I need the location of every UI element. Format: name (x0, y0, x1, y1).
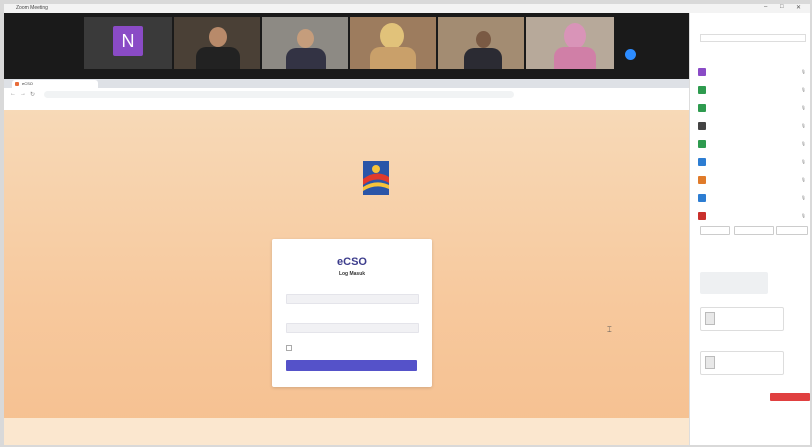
mic-icon: 🎙 (800, 195, 806, 200)
browser-toolbar: ← → ↻ (4, 88, 689, 102)
participant-head (380, 23, 404, 49)
mic-icon: 🎙 (800, 159, 806, 164)
participant-row[interactable]: 🎙 (698, 86, 808, 94)
login-subtitle: Log Masuk (338, 271, 366, 277)
participant-avatar (698, 176, 706, 184)
participant-body (286, 48, 326, 69)
invite-button[interactable] (700, 226, 730, 235)
browser-tab[interactable]: eCSO (12, 80, 98, 88)
participant-avatar (698, 140, 706, 148)
remember-checkbox[interactable] (286, 345, 292, 351)
password-field[interactable] (286, 323, 419, 333)
login-button[interactable] (286, 360, 417, 371)
participant-row[interactable]: 🎙 (698, 68, 808, 76)
participant-actions (700, 226, 810, 235)
participant-body (554, 47, 596, 69)
mic-icon: 🎙 (800, 105, 806, 110)
participant-avatar (698, 86, 706, 94)
participant-head (297, 29, 314, 48)
mouse-cursor-icon: ⌶ (607, 325, 612, 334)
mic-icon: 🎙 (800, 123, 806, 128)
video-tile[interactable] (438, 17, 524, 69)
page-footer-band (4, 418, 689, 445)
close-button[interactable]: ✕ (796, 4, 801, 11)
login-card: eCSO Log Masuk (272, 239, 432, 387)
window-title: Zoom Meeting (16, 5, 48, 11)
email-field[interactable] (286, 294, 419, 304)
participant-search-input[interactable] (700, 34, 806, 42)
participant-avatar (698, 122, 706, 130)
participant-head (564, 23, 586, 49)
participant-body (370, 47, 416, 69)
participant-body (196, 47, 240, 69)
participant-row[interactable]: 🎙 (698, 194, 808, 202)
zoom-window: Zoom Meeting – □ ✕ N eCSO ← → ↻ eCSO Log… (4, 4, 810, 445)
participant-body (464, 48, 502, 69)
minimize-button[interactable]: – (764, 4, 767, 10)
site-logo (289, 159, 399, 199)
video-tile[interactable] (174, 17, 260, 69)
shared-screen-browser: eCSO ← → ↻ eCSO Log Masuk ⌶ (4, 79, 689, 445)
browser-tab-bar: eCSO (4, 79, 689, 88)
browser-tab-title: eCSO (22, 81, 33, 86)
file-icon (705, 312, 715, 325)
maximize-button[interactable]: □ (780, 4, 784, 10)
video-tile[interactable]: N (84, 17, 172, 69)
mic-icon: 🎙 (800, 141, 806, 146)
participant-avatar (698, 68, 706, 76)
login-title: eCSO (337, 256, 367, 268)
file-icon (705, 356, 715, 369)
participant-head (209, 27, 227, 47)
participant-avatar (698, 194, 706, 202)
mic-icon: 🎙 (800, 69, 806, 74)
forward-icon[interactable]: → (20, 91, 26, 97)
mic-icon: 🎙 (800, 177, 806, 182)
back-icon[interactable]: ← (10, 91, 16, 97)
chat-file-card[interactable] (700, 351, 784, 375)
participant-head (476, 31, 491, 48)
mic-icon: 🎙 (800, 213, 806, 218)
participant-avatar (698, 104, 706, 112)
video-strip: N (4, 13, 689, 79)
logo-emblem-icon (363, 161, 389, 195)
participant-avatar: N (113, 26, 143, 56)
participant-row[interactable]: 🎙 (698, 122, 808, 130)
chat-message (700, 272, 768, 294)
favicon-icon (15, 82, 19, 86)
next-page-icon[interactable] (625, 49, 636, 60)
address-bar[interactable] (44, 91, 514, 98)
participant-avatar (698, 212, 706, 220)
participant-avatar (698, 158, 706, 166)
video-tile[interactable] (526, 17, 614, 69)
chat-file-card[interactable] (700, 307, 784, 331)
participant-row[interactable]: 🎙 (698, 176, 808, 184)
video-tile[interactable] (262, 17, 348, 69)
participants-panel: 🎙 🎙 🎙 🎙 🎙 🎙 🎙 🎙 🎙 (689, 13, 810, 445)
new-message-badge[interactable] (770, 393, 810, 401)
reload-icon[interactable]: ↻ (30, 91, 35, 98)
unmute-me-button[interactable] (734, 226, 774, 235)
participant-row[interactable]: 🎙 (698, 104, 808, 112)
participant-row[interactable]: 🎙 (698, 158, 808, 166)
raise-hand-button[interactable] (776, 226, 808, 235)
participant-row[interactable]: 🎙 (698, 212, 808, 220)
mic-icon: 🎙 (800, 87, 806, 92)
participant-row[interactable]: 🎙 (698, 140, 808, 148)
video-tile[interactable] (350, 17, 436, 69)
